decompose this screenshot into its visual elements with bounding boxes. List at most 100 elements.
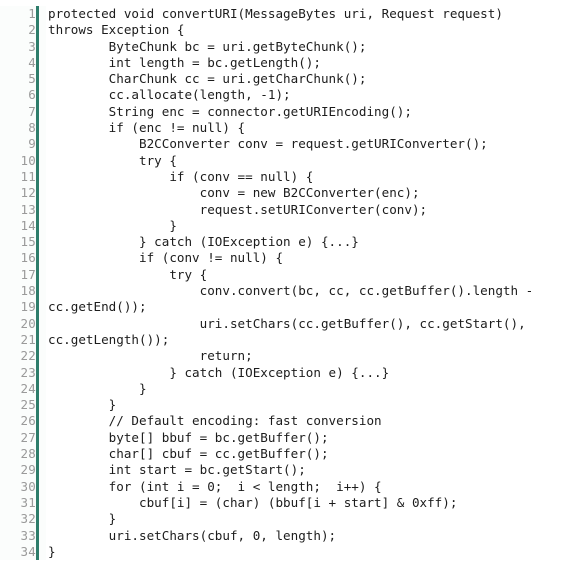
code-line-text[interactable]: cc.getEnd());	[46, 299, 577, 315]
code-line-text[interactable]: CharChunk cc = uri.getCharChunk();	[46, 71, 577, 87]
line-number: 22	[0, 348, 36, 365]
line-number: 10	[0, 152, 36, 169]
code-line[interactable]: 12 conv = new B2CConverter(enc);	[0, 185, 577, 202]
code-line[interactable]: 16 if (conv != null) {	[0, 250, 577, 267]
line-number: 29	[0, 462, 36, 479]
code-line[interactable]: 32 }	[0, 511, 577, 528]
gutter-spacer	[39, 331, 46, 349]
gutter-spacer	[39, 234, 46, 251]
line-number: 18	[0, 283, 36, 300]
code-line-text[interactable]: ByteChunk bc = uri.getByteChunk();	[46, 39, 577, 55]
code-line[interactable]: 29 int start = bc.getStart();	[0, 462, 577, 479]
code-line[interactable]: 3 ByteChunk bc = uri.getByteChunk();	[0, 38, 577, 55]
code-line[interactable]: 15 } catch (IOException e) {...}	[0, 234, 577, 251]
line-number: 4	[0, 54, 36, 72]
code-line[interactable]: 34}	[0, 543, 577, 561]
gutter-spacer	[39, 38, 46, 55]
line-number: 9	[0, 136, 36, 153]
code-line-text[interactable]: conv = new B2CConverter(enc);	[46, 185, 577, 201]
code-line-text[interactable]: throws Exception {	[46, 22, 577, 38]
code-line[interactable]: 6 cc.allocate(length, -1);	[0, 87, 577, 104]
gutter-spacer	[39, 266, 46, 284]
gutter-spacer	[39, 250, 46, 267]
code-line-text[interactable]: uri.setChars(cbuf, 0, length);	[46, 528, 577, 544]
code-line-text[interactable]: cc.getLength());	[46, 332, 577, 348]
code-line[interactable]: 11 if (conv == null) {	[0, 168, 577, 186]
line-number: 11	[0, 168, 36, 186]
code-line-text[interactable]: if (conv == null) {	[46, 169, 577, 185]
gutter-spacer	[39, 397, 46, 414]
code-line-text[interactable]: conv.convert(bc, cc, cc.getBuffer().leng…	[46, 283, 577, 299]
code-line[interactable]: 5 CharChunk cc = uri.getCharChunk();	[0, 71, 577, 88]
code-line-text[interactable]: }	[46, 544, 577, 560]
code-line[interactable]: 27 byte[] bbuf = bc.getBuffer();	[0, 429, 577, 447]
code-line[interactable]: 33 uri.setChars(cbuf, 0, length);	[0, 527, 577, 544]
gutter-spacer	[39, 380, 46, 398]
code-line-text[interactable]: if (conv != null) {	[46, 250, 577, 266]
code-line-text[interactable]: if (enc != null) {	[46, 120, 577, 136]
gutter-spacer	[39, 364, 46, 381]
line-number: 20	[0, 315, 36, 332]
code-line-text[interactable]: for (int i = 0; i < length; i++) {	[46, 479, 577, 495]
code-line[interactable]: 19 cc.getEnd());	[0, 299, 577, 316]
gutter-spacer	[39, 103, 46, 121]
code-line-text[interactable]: } catch (IOException e) {...}	[46, 234, 577, 250]
code-line-text[interactable]: request.setURIConverter(conv);	[46, 202, 577, 218]
code-line-text[interactable]: }	[46, 218, 577, 234]
code-line[interactable]: 7 String enc = connector.getURIEncoding(…	[0, 103, 577, 121]
code-line-text[interactable]: try {	[46, 153, 577, 169]
code-line[interactable]: 22 return;	[0, 348, 577, 365]
code-line-text[interactable]: byte[] bbuf = bc.getBuffer();	[46, 430, 577, 446]
code-line-text[interactable]: } catch (IOException e) {...}	[46, 365, 577, 381]
code-line[interactable]: 23 } catch (IOException e) {...}	[0, 364, 577, 381]
line-number: 17	[0, 266, 36, 284]
code-line[interactable]: 8 if (enc != null) {	[0, 120, 577, 137]
code-line[interactable]: 25 }	[0, 397, 577, 414]
code-line-text[interactable]: uri.setChars(cc.getBuffer(), cc.getStart…	[46, 316, 577, 332]
code-line-text[interactable]: try {	[46, 267, 577, 283]
code-line[interactable]: 17 try {	[0, 266, 577, 284]
code-line[interactable]: 26 // Default encoding: fast conversion	[0, 413, 577, 430]
code-line[interactable]: 21 cc.getLength());	[0, 331, 577, 349]
code-line[interactable]: 4 int length = bc.getLength();	[0, 54, 577, 72]
line-number: 25	[0, 397, 36, 414]
code-line[interactable]: 9 B2CConverter conv = request.getURIConv…	[0, 136, 577, 153]
code-line[interactable]: 24 }	[0, 380, 577, 398]
code-line-text[interactable]: protected void convertURI(MessageBytes u…	[46, 6, 577, 22]
code-line[interactable]: 10 try {	[0, 152, 577, 169]
code-line-text[interactable]: char[] cbuf = cc.getBuffer();	[46, 446, 577, 462]
code-line[interactable]: 1 protected void convertURI(MessageBytes …	[0, 6, 577, 23]
code-line-text[interactable]: }	[46, 381, 577, 397]
code-line-text[interactable]: String enc = connector.getURIEncoding();	[46, 104, 577, 120]
code-line-text[interactable]: B2CConverter conv = request.getURIConver…	[46, 136, 577, 152]
gutter-spacer	[39, 429, 46, 447]
code-line-text[interactable]: return;	[46, 348, 577, 364]
line-number: 30	[0, 478, 36, 495]
gutter-spacer	[39, 120, 46, 137]
code-line-text[interactable]: }	[46, 511, 577, 527]
code-line[interactable]: 13 request.setURIConverter(conv);	[0, 201, 577, 218]
line-number: 21	[0, 331, 36, 349]
code-line[interactable]: 20 uri.setChars(cc.getBuffer(), cc.getSt…	[0, 315, 577, 332]
code-line[interactable]: 18 conv.convert(bc, cc, cc.getBuffer().l…	[0, 283, 577, 300]
code-line-text[interactable]: cbuf[i] = (char) (bbuf[i + start] & 0xff…	[46, 495, 577, 511]
line-number: 34	[0, 543, 36, 561]
code-line[interactable]: 28 char[] cbuf = cc.getBuffer();	[0, 446, 577, 463]
line-number: 28	[0, 446, 36, 463]
gutter-spacer	[39, 446, 46, 463]
code-line[interactable]: 31 cbuf[i] = (char) (bbuf[i + start] & 0…	[0, 494, 577, 512]
gutter-spacer	[39, 71, 46, 88]
line-number: 8	[0, 120, 36, 137]
line-number: 3	[0, 38, 36, 55]
code-line[interactable]: 2 throws Exception {	[0, 22, 577, 39]
code-line-text[interactable]: // Default encoding: fast conversion	[46, 413, 577, 429]
code-line[interactable]: 30 for (int i = 0; i < length; i++) {	[0, 478, 577, 495]
code-line-text[interactable]: int length = bc.getLength();	[46, 55, 577, 71]
code-line[interactable]: 14 }	[0, 217, 577, 235]
code-line-text[interactable]: }	[46, 397, 577, 413]
gutter-spacer	[39, 6, 46, 23]
gutter-spacer	[39, 299, 46, 316]
code-line-text[interactable]: int start = bc.getStart();	[46, 462, 577, 478]
code-line-text[interactable]: cc.allocate(length, -1);	[46, 87, 577, 103]
code-listing[interactable]: 1 protected void convertURI(MessageBytes …	[0, 0, 577, 561]
